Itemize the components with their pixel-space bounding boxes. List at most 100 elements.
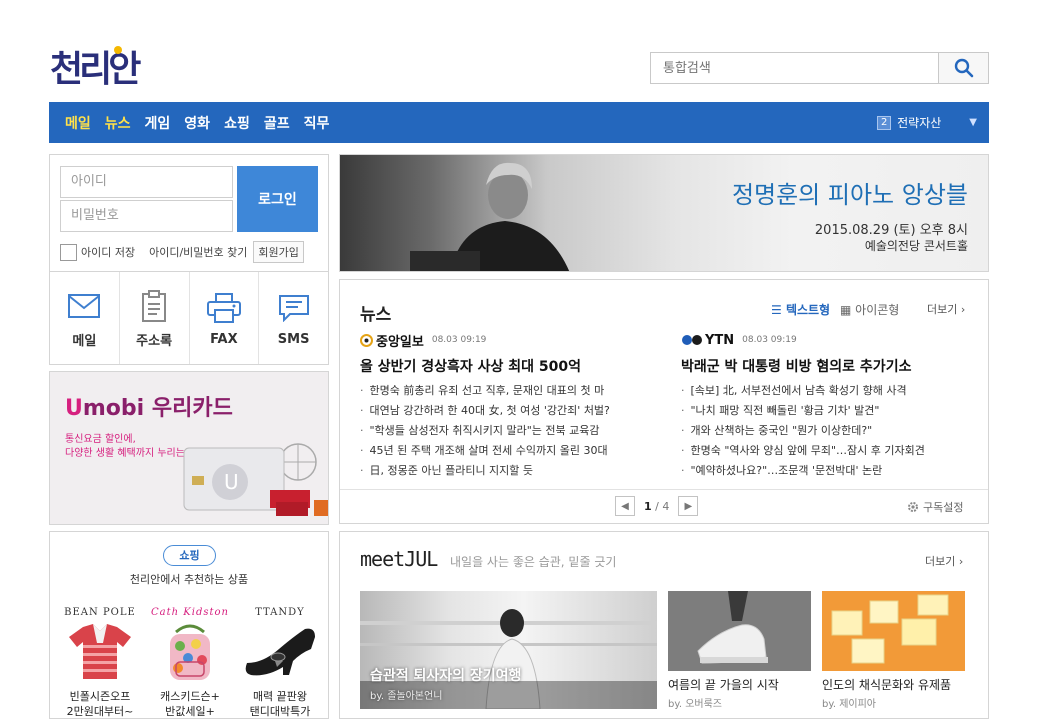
joongang-logo-mark [360, 333, 373, 347]
news-column: 중앙일보 08.03 09:19 올 상반기 경상흑자 사상 최대 500억 한… [360, 332, 660, 481]
ad-title-u: U [65, 396, 83, 421]
shopping-subtitle: 천리안에서 추천하는 상품 [129, 573, 249, 586]
subscribe-settings-button[interactable]: 구독설정 [907, 499, 963, 515]
article-thumb-cheese[interactable] [822, 591, 965, 671]
product-card[interactable]: BEAN POLE 빈폴시즌오프 2만원대부터~ [60, 607, 140, 719]
gear-icon [908, 502, 918, 512]
password-field[interactable]: 비밀번호 [60, 200, 233, 232]
quick-address-book[interactable]: 주소록 [120, 272, 190, 364]
article-thumb-sneakers[interactable] [668, 591, 811, 671]
nav-item-shopping[interactable]: 쇼핑 [224, 113, 250, 133]
chevron-down-icon[interactable]: ▼ [969, 117, 977, 128]
shopping-badge[interactable]: 쇼핑 [163, 545, 216, 566]
quick-menu: 메일 주소록 FAX SMS [49, 272, 329, 365]
next-page-button[interactable]: ▶ [678, 496, 699, 516]
pianist-photo [410, 162, 570, 271]
nav-item-game[interactable]: 게임 [145, 113, 171, 133]
ad-title-rest: mobi 우리카드 [82, 396, 233, 421]
news-item[interactable]: "예약하셨나요?"…조문객 '문전박대' 논란 [681, 461, 981, 481]
product-name-line2: 탠디대박특가 [249, 705, 311, 718]
main-nav: 메일 뉴스 게임 영화 쇼핑 골프 직무 2 전략자산 ▼ [49, 102, 989, 143]
news-item[interactable]: 개와 산책하는 중국인 "뭔가 이상한데?" [681, 421, 981, 441]
search-input[interactable] [651, 53, 938, 83]
news-headline[interactable]: 올 상반기 경상흑자 사상 최대 500억 [360, 356, 660, 376]
news-more-label: 더보기 [927, 303, 958, 316]
feature-article[interactable]: 습관적 퇴사자의 장기여행 by. 졸놀아본언니 [360, 591, 657, 709]
news-pager: ◀ 1 / 4 ▶ [615, 496, 699, 516]
banner-date: 2015.08.29 (토) 오후 8시 [814, 223, 968, 238]
news-item[interactable]: 日, 정몽준 아닌 플라티니 지지할 듯 [360, 461, 660, 481]
nav-item-movie[interactable]: 영화 [184, 113, 210, 133]
login-button[interactable]: 로그인 [237, 166, 318, 232]
trending-rank: 2 [877, 115, 892, 130]
quick-fax[interactable]: FAX [190, 272, 260, 364]
news-time: 08.03 09:19 [431, 335, 487, 345]
news-column: YTN 08.03 09:19 박래군 박 대통령 비방 혐의로 추가기소 [속… [681, 332, 981, 481]
article-caption[interactable]: 인도의 채식문화와 유제품 [822, 676, 951, 693]
article-caption[interactable]: 여름의 끝 가을의 시작 [668, 676, 779, 693]
ytn-logo[interactable]: YTN [681, 333, 734, 348]
article-author: by. 오버룩즈 [668, 699, 722, 710]
prev-page-button[interactable]: ◀ [615, 496, 635, 516]
product-card[interactable]: TTANDY 매력 끝판왕 탠디대박특가 [240, 607, 320, 719]
product-name-line1: 빈폴시즌오프 [69, 690, 131, 703]
svg-text:U: U [224, 470, 239, 494]
text-view-label: 텍스트형 [785, 303, 831, 317]
page-indicator: 1 / 4 [644, 499, 670, 513]
ad-title: Umobi 우리카드 [65, 390, 233, 422]
nav-item-golf[interactable]: 골프 [264, 113, 290, 133]
heel-shoe-image [240, 621, 320, 683]
product-brand: BEAN POLE [64, 607, 136, 618]
quick-mail[interactable]: 메일 [50, 272, 120, 364]
news-source: 중앙일보 08.03 09:19 [360, 331, 660, 350]
joongang-logo[interactable]: 중앙일보 [360, 331, 424, 350]
news-item[interactable]: 대연남 강간하려 한 40대 女, 첫 여성 '강간죄' 처벌? [360, 401, 660, 421]
icon-view-label: 아이콘형 [855, 303, 900, 317]
product-card[interactable]: Cath Kidston 캐스키드슨+ 반값세일+ [150, 607, 230, 719]
icon-view-toggle[interactable]: ▦ 아이콘형 [840, 301, 899, 318]
printer-icon [206, 290, 241, 326]
settings-label: 구독설정 [923, 501, 964, 514]
chat-bubble-icon [278, 290, 310, 326]
nav-item-news[interactable]: 뉴스 [105, 113, 131, 133]
remember-id-label[interactable]: 아이디 저장 [81, 244, 135, 260]
news-item[interactable]: 45년 된 주택 개조해 살며 전세 수익까지 올린 30대 [360, 441, 660, 461]
product-brand: TTANDY [255, 607, 305, 618]
meetjul-more-link[interactable]: 더보기 › [925, 553, 963, 569]
join-button[interactable]: 회원가입 [253, 241, 304, 263]
search-bar [650, 52, 989, 84]
backpack-image [150, 621, 230, 683]
news-divider [340, 489, 988, 490]
concert-banner[interactable]: 정명훈의 피아노 앙상블 2015.08.29 (토) 오후 8시 예술의전당 … [339, 154, 989, 272]
product-name-line2: 2만원대부터~ [66, 705, 134, 718]
grid-icon: ▦ [840, 303, 856, 317]
site-logo[interactable]: 천리안 [50, 40, 141, 90]
find-account-link[interactable]: 아이디/비밀번호 찾기 [149, 244, 247, 260]
trending-keyword[interactable]: 2 전략자산 ▼ [877, 102, 977, 143]
news-item[interactable]: 한명숙 前총리 유죄 선고 직후, 문재인 대표의 첫 마 [360, 381, 660, 401]
page-current: 1 [644, 499, 652, 513]
news-item[interactable]: 한명숙 "역사와 양심 앞에 무죄"…잠시 후 기자회견 [681, 441, 981, 461]
search-button[interactable] [938, 53, 988, 83]
quick-sms[interactable]: SMS [259, 272, 328, 364]
article-author: by. 제이피아 [822, 699, 876, 710]
nav-item-mail[interactable]: 메일 [65, 113, 91, 133]
shopping-recommend: 쇼핑 천리안에서 추천하는 상품 BEAN POLE 빈폴시즌오프 2만원대부터… [49, 531, 329, 719]
remember-id-checkbox[interactable] [60, 243, 77, 261]
product-brand: Cath Kidston [151, 607, 229, 618]
search-icon [954, 58, 973, 78]
nav-item-job[interactable]: 직무 [304, 113, 330, 133]
product-name-line2: 반값세일+ [165, 705, 215, 718]
umobi-card-ad[interactable]: Umobi 우리카드 통신요금 할인에, 다양한 생활 혜택까지 누리는 U [49, 371, 329, 525]
page-total: 4 [662, 499, 670, 513]
news-item[interactable]: "학생들 삼성전자 취직시키지 말라"는 전북 교육감 [360, 421, 660, 441]
news-time: 08.03 09:19 [742, 335, 797, 345]
news-headline[interactable]: 박래군 박 대통령 비방 혐의로 추가기소 [681, 356, 981, 376]
text-view-toggle[interactable]: ☰ 텍스트형 [771, 301, 830, 318]
news-more-link[interactable]: 더보기 › [927, 301, 965, 317]
news-item[interactable]: [속보] 北, 서부전선에서 남측 확성기 향해 사격 [681, 381, 981, 401]
id-field[interactable]: 아이디 [60, 166, 233, 198]
news-item[interactable]: "나치 패망 직전 빼돌린 '황금 기차' 발견" [681, 401, 981, 421]
meetjul-logo[interactable]: meetJUL [360, 547, 438, 571]
trending-text: 전략자산 [897, 116, 942, 130]
